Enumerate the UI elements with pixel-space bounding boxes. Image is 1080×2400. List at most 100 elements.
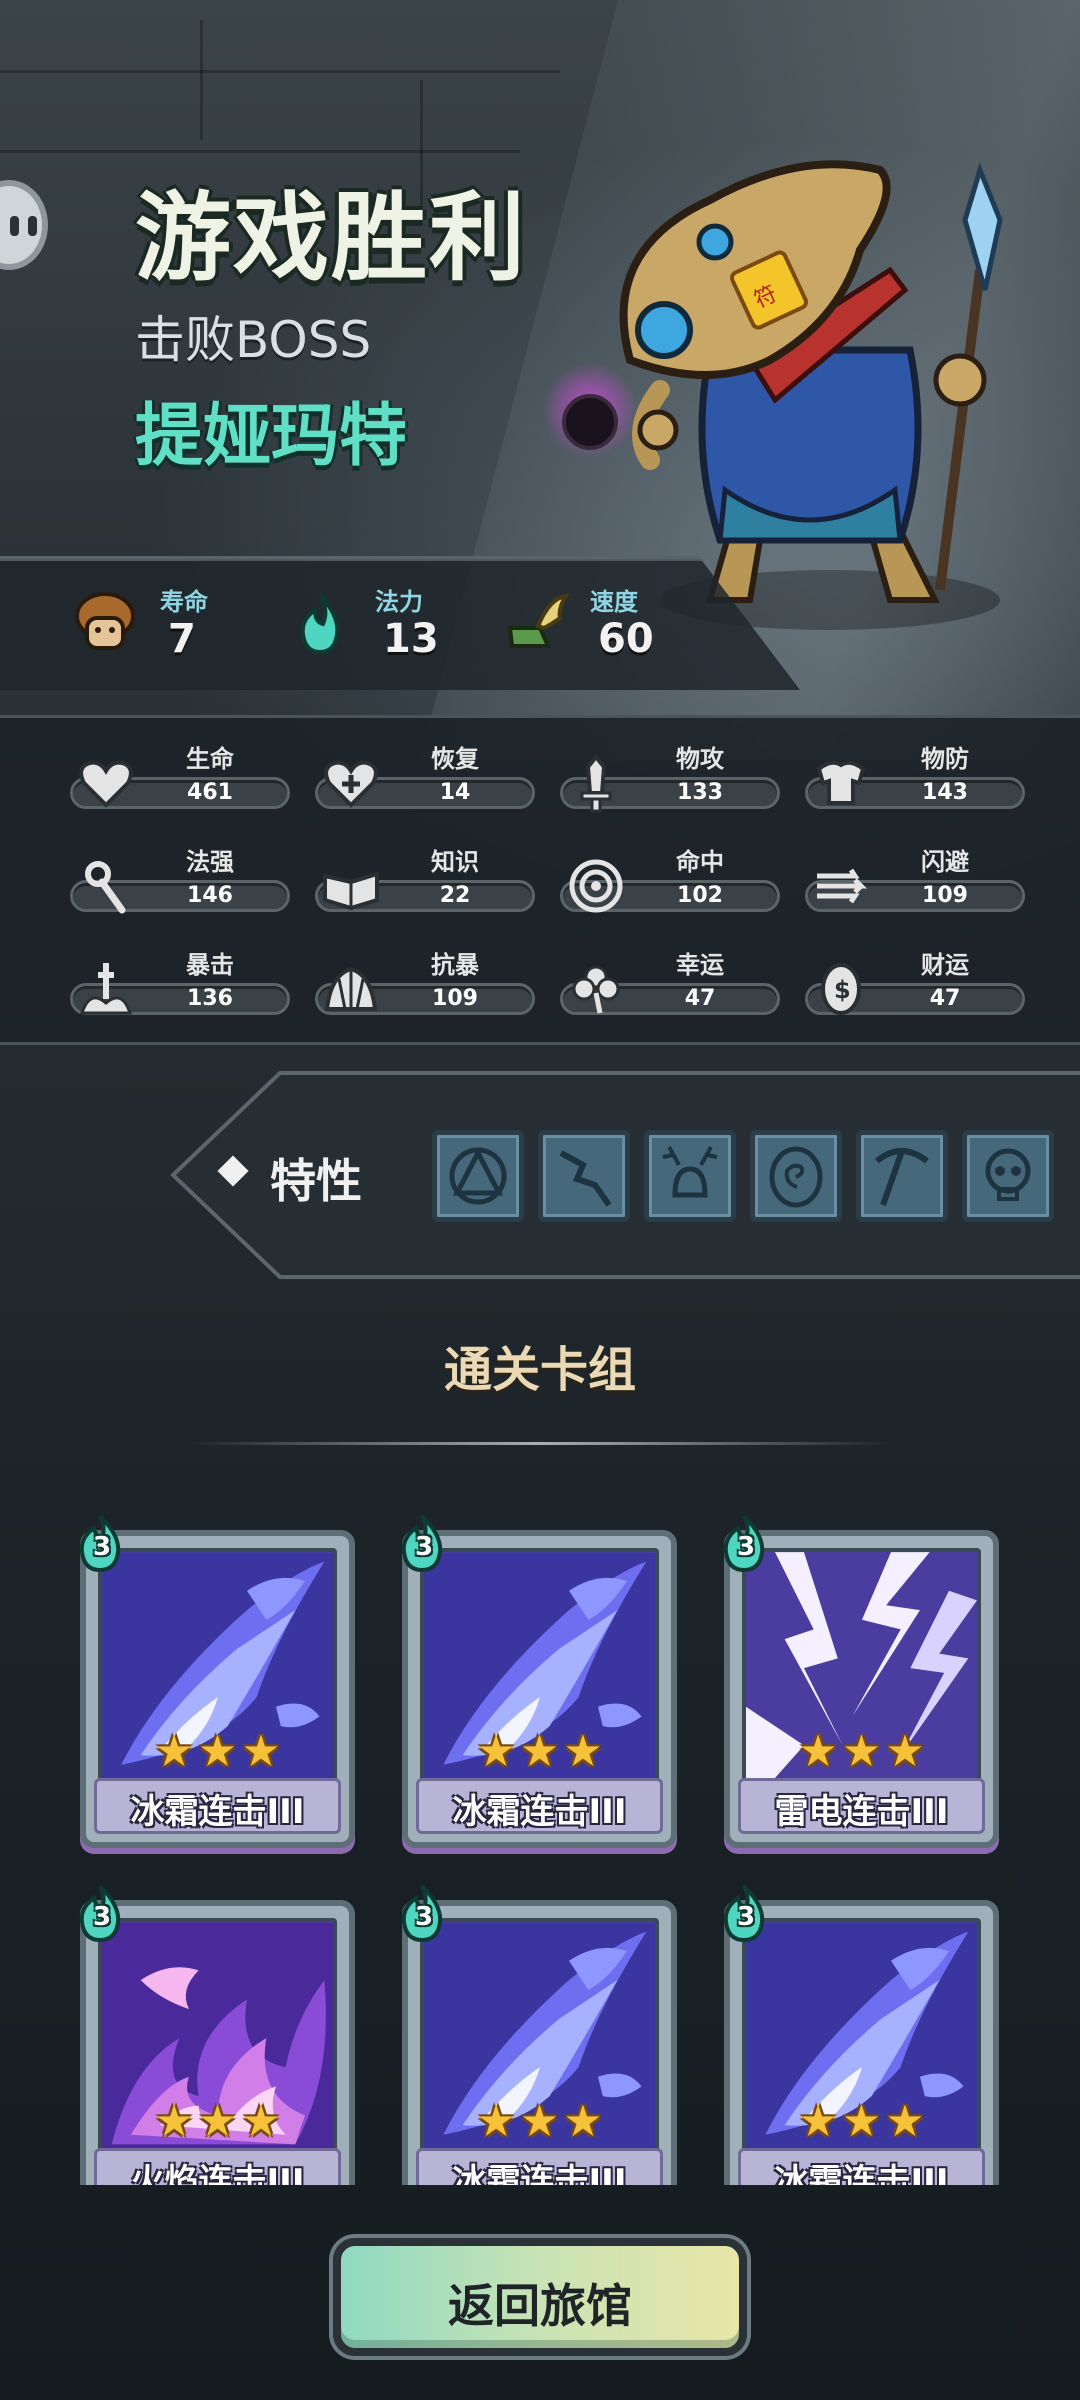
stat-value: 47 <box>929 986 961 1011</box>
star-icon: ★ <box>154 1726 194 1777</box>
star-icon: ★ <box>885 2096 925 2147</box>
star-icon: ★ <box>519 2096 560 2147</box>
stat-regen: 恢复 14 <box>315 735 535 815</box>
deck-card[interactable]: ★★★ 冰霜连击III 3 <box>79 1514 355 1850</box>
star-icon: ★ <box>798 2096 838 2147</box>
deck-card[interactable]: ★★★ 冰霜连击III 3 <box>723 1884 999 2185</box>
stat-value: 109 <box>922 883 968 908</box>
star-icon: ★ <box>197 2096 238 2147</box>
stat-value: 143 <box>922 780 968 805</box>
victory-title: 游戏胜利 <box>135 182 527 294</box>
deck-card[interactable]: ★★★ 雷电连击III 3 <box>723 1514 999 1850</box>
stat-dodge: 闪避 109 <box>805 838 1025 918</box>
card-cost: 3 <box>414 1532 434 1562</box>
summary-bar-edge <box>0 556 700 559</box>
deck-card[interactable]: ★★★ 冰霜连击III 3 <box>401 1514 677 1850</box>
stat-label: 知识 <box>431 848 479 876</box>
trait-slot-4[interactable] <box>750 1130 842 1222</box>
summary-mana: 法力 13 <box>285 580 465 670</box>
deck-divider <box>190 1442 890 1445</box>
stat-value: 133 <box>677 780 723 805</box>
heart-icon <box>79 760 133 808</box>
summary-label: 速度 <box>590 588 638 616</box>
deck-card[interactable]: ★★★ 冰霜连击III 3 <box>401 1884 677 2185</box>
staff-icon <box>85 861 126 914</box>
deck-row-2: ★★★ 火焰连击III 3 ★★★ 冰霜连击III 3 ★★★ 冰霜连击III … <box>0 1840 1080 2185</box>
stat-hp: 生命 461 <box>70 735 290 815</box>
heart-plus-icon <box>324 760 378 808</box>
card-cost: 3 <box>92 1532 112 1562</box>
card-name: 火焰连击III <box>130 2162 305 2185</box>
rune-triangle-icon <box>449 1147 507 1205</box>
cracked-staff-icon <box>559 1150 612 1207</box>
stat-label: 法强 <box>186 848 234 876</box>
card-name: 冰霜连击III <box>774 2162 949 2185</box>
armor-icon <box>816 760 866 805</box>
stat-critical: 暴击 136 <box>70 941 290 1021</box>
star-icon: ★ <box>476 2096 516 2147</box>
card-name: 冰霜连击III <box>452 1792 627 1832</box>
svg-text:$: $ <box>834 976 851 1004</box>
card-cost: 3 <box>92 1902 112 1932</box>
summary-value: 60 <box>598 616 654 662</box>
swirl-stone-icon <box>769 1146 823 1208</box>
star-icon: ★ <box>563 1726 603 1777</box>
stat-label: 抗暴 <box>431 951 479 979</box>
stat-accuracy: 命中 102 <box>560 838 780 918</box>
stat-value: 102 <box>677 883 723 908</box>
summary-lifespan: 寿命 7 <box>70 580 250 670</box>
coin-icon: $ <box>821 963 861 1015</box>
return-inn-button[interactable]: 返回旅馆 <box>333 2238 747 2356</box>
star-icon: ★ <box>841 1726 882 1777</box>
stat-value: 146 <box>187 883 233 908</box>
antler-bell-icon <box>662 1146 718 1198</box>
pickaxe-icon <box>875 1148 929 1206</box>
winged-boot-icon <box>507 593 570 648</box>
sword-icon <box>580 753 612 813</box>
dodge-arrows-icon <box>817 868 868 904</box>
stat-label: 财运 <box>921 951 969 979</box>
stat-knowledge: 知识 22 <box>315 838 535 918</box>
summary-value: 7 <box>168 616 196 662</box>
card-stars: ★★★ <box>80 1730 355 1774</box>
star-icon: ★ <box>476 1726 516 1777</box>
card-stars: ★★★ <box>724 1730 999 1774</box>
summary-value: 13 <box>383 616 439 662</box>
stat-crit-resist: 抗暴 109 <box>315 941 535 1021</box>
handle-eye-icon <box>28 216 37 236</box>
stat-fortune: $ 财运 47 <box>805 941 1025 1021</box>
stat-value: 22 <box>439 883 471 908</box>
wall-line <box>0 150 520 153</box>
book-icon <box>323 871 379 911</box>
wall-line <box>0 70 560 73</box>
card-stars: ★★★ <box>402 1730 677 1774</box>
crit-icon <box>79 963 133 1015</box>
stat-label: 生命 <box>186 745 234 773</box>
star-icon: ★ <box>519 1726 560 1777</box>
card-name: 冰霜连击III <box>452 2162 627 2185</box>
boss-name: 提娅玛特 <box>135 397 408 476</box>
shell-icon <box>324 966 378 1011</box>
deck-card[interactable]: ★★★ 火焰连击III 3 <box>79 1884 355 2185</box>
stat-label: 物攻 <box>676 745 724 773</box>
summary-speed: 速度 60 <box>500 580 680 670</box>
stat-label: 物防 <box>921 745 969 773</box>
card-stars: ★★★ <box>724 2100 999 2144</box>
skull-icon <box>985 1148 1031 1201</box>
trait-slot-1[interactable] <box>432 1130 524 1222</box>
stat-value: 14 <box>439 780 471 805</box>
stat-value: 47 <box>684 986 716 1011</box>
return-inn-label: 返回旅馆 <box>448 2279 632 2333</box>
trait-slot-3[interactable] <box>644 1130 736 1222</box>
stat-label: 幸运 <box>676 951 724 979</box>
trait-slot-6[interactable] <box>962 1130 1054 1222</box>
stat-value: 109 <box>432 986 478 1011</box>
star-icon: ★ <box>841 2096 882 2147</box>
summary-label: 法力 <box>375 588 423 616</box>
deck-title: 通关卡组 <box>443 1342 636 1398</box>
trait-slot-2[interactable] <box>538 1130 630 1222</box>
trait-slot-5[interactable] <box>856 1130 948 1222</box>
star-icon: ★ <box>154 2096 194 2147</box>
star-icon: ★ <box>241 2096 281 2147</box>
stat-value: 136 <box>187 986 233 1011</box>
